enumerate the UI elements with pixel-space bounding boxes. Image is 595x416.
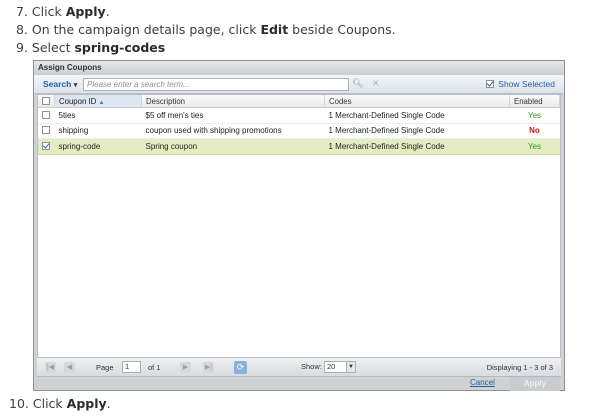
column-label: Enabled xyxy=(514,96,543,106)
step-bold-text: Edit xyxy=(260,22,289,37)
row-checkbox[interactable] xyxy=(42,110,50,119)
description-cell: Spring coupon xyxy=(141,138,325,155)
displaying-count: Displaying 1 - 3 of 3 xyxy=(486,363,553,372)
enabled-cell: Yes xyxy=(509,138,560,155)
next-page-icon[interactable]: ▶ xyxy=(180,362,191,373)
select-all-checkbox[interactable] xyxy=(42,96,50,105)
row-checkbox[interactable] xyxy=(42,141,50,150)
codes-cell: 1 Merchant-Defined Single Code xyxy=(324,138,510,155)
instruction-step-7: 7. Click Apply. xyxy=(16,4,110,20)
table-row[interactable]: 5ties $5 off men's ties 1 Merchant-Defin… xyxy=(38,107,560,124)
page-count-label: of 1 xyxy=(148,363,161,372)
instruction-step-8: 8. On the campaign details page, click E… xyxy=(16,22,396,38)
step-number: 9. xyxy=(16,40,28,55)
search-toolbar: Search ▾ Please enter a search term... 🔍… xyxy=(34,75,564,94)
show-selected-toggle[interactable]: Show Selected xyxy=(486,79,555,89)
step-text: Select xyxy=(31,40,75,55)
page-size-label: Show: xyxy=(301,362,322,371)
apply-button[interactable]: Apply xyxy=(510,377,560,391)
dialog-footer: Cancel Apply xyxy=(34,377,564,391)
step-text: Click xyxy=(31,4,66,19)
first-page-icon[interactable]: |◀ xyxy=(45,362,56,373)
step-number: 8. xyxy=(16,22,28,37)
dialog-title: Assign Coupons xyxy=(34,61,564,75)
step-bold-text: Apply xyxy=(66,396,107,411)
column-label: Codes xyxy=(329,96,352,106)
coupon-grid: Coupon ID ▲ Description Codes Enabled 5t… xyxy=(37,94,561,358)
instruction-step-10: 10. Click Apply. xyxy=(9,396,111,412)
row-checkbox-cell[interactable] xyxy=(38,123,55,139)
step-text: On the campaign details page, click xyxy=(31,22,261,37)
refresh-icon[interactable]: ⟳ xyxy=(234,361,247,374)
codes-cell: 1 Merchant-Defined Single Code xyxy=(324,123,510,139)
enabled-cell: Yes xyxy=(509,107,560,124)
step-bold-text: spring-codes xyxy=(74,40,166,55)
instruction-step-9: 9. Select spring-codes xyxy=(16,40,165,56)
step-text-end: . xyxy=(106,396,111,411)
row-checkbox-cell[interactable] xyxy=(38,138,55,155)
description-cell: coupon used with shipping promotions xyxy=(141,123,325,139)
sort-ascending-icon: ▲ xyxy=(98,99,105,106)
last-page-icon[interactable]: ▶| xyxy=(203,362,214,373)
assign-coupons-dialog: Assign Coupons Search ▾ Please enter a s… xyxy=(33,60,565,391)
pagination-bar: |◀ ◀ Page 1 of 1 ▶ ▶| ⟳ Show: 20 ▼ Displ… xyxy=(37,358,561,377)
row-checkbox-cell[interactable] xyxy=(38,107,55,124)
step-text-end: . xyxy=(105,4,110,19)
coupon-id-cell: spring-code xyxy=(54,138,142,155)
select-all-header[interactable] xyxy=(38,95,55,108)
previous-page-icon[interactable]: ◀ xyxy=(64,362,75,373)
column-label: Coupon ID xyxy=(59,96,97,106)
column-header-enabled[interactable]: Enabled xyxy=(509,95,560,108)
clear-icon[interactable]: ✕ xyxy=(372,78,380,89)
step-number: 7. xyxy=(16,4,28,19)
column-header-description[interactable]: Description xyxy=(141,95,325,108)
column-label: Description xyxy=(146,96,185,106)
search-button[interactable]: Search ▾ xyxy=(43,79,77,89)
show-selected-label: Show Selected xyxy=(498,79,555,89)
chevron-down-icon[interactable]: ▼ xyxy=(346,361,356,373)
row-checkbox[interactable] xyxy=(42,126,50,135)
coupon-id-cell: shipping xyxy=(54,123,142,139)
page-label: Page xyxy=(96,363,114,372)
page-number-input[interactable]: 1 xyxy=(122,361,141,373)
description-cell: $5 off men's ties xyxy=(141,107,325,124)
table-row[interactable]: shipping coupon used with shipping promo… xyxy=(38,123,560,139)
step-number: 10. xyxy=(9,396,29,411)
coupon-id-cell: 5ties xyxy=(54,107,142,124)
step-text: Click xyxy=(32,396,67,411)
cancel-button[interactable]: Cancel xyxy=(470,378,495,387)
search-input[interactable]: Please enter a search term... xyxy=(83,78,349,91)
step-text-end: beside Coupons. xyxy=(288,22,396,37)
codes-cell: 1 Merchant-Defined Single Code xyxy=(324,107,510,124)
table-header-row: Coupon ID ▲ Description Codes Enabled xyxy=(38,95,560,108)
column-header-coupon-id[interactable]: Coupon ID ▲ xyxy=(54,95,142,108)
step-bold-text: Apply xyxy=(65,4,106,19)
search-button-label: Search xyxy=(43,79,72,89)
enabled-cell: No xyxy=(509,123,560,139)
show-selected-checkbox[interactable] xyxy=(486,80,495,88)
table-row-selected[interactable]: spring-code Spring coupon 1 Merchant-Def… xyxy=(38,138,560,155)
search-icon[interactable]: 🔍︎ xyxy=(352,78,363,89)
chevron-down-icon: ▾ xyxy=(73,82,78,89)
column-header-codes[interactable]: Codes xyxy=(324,95,510,108)
